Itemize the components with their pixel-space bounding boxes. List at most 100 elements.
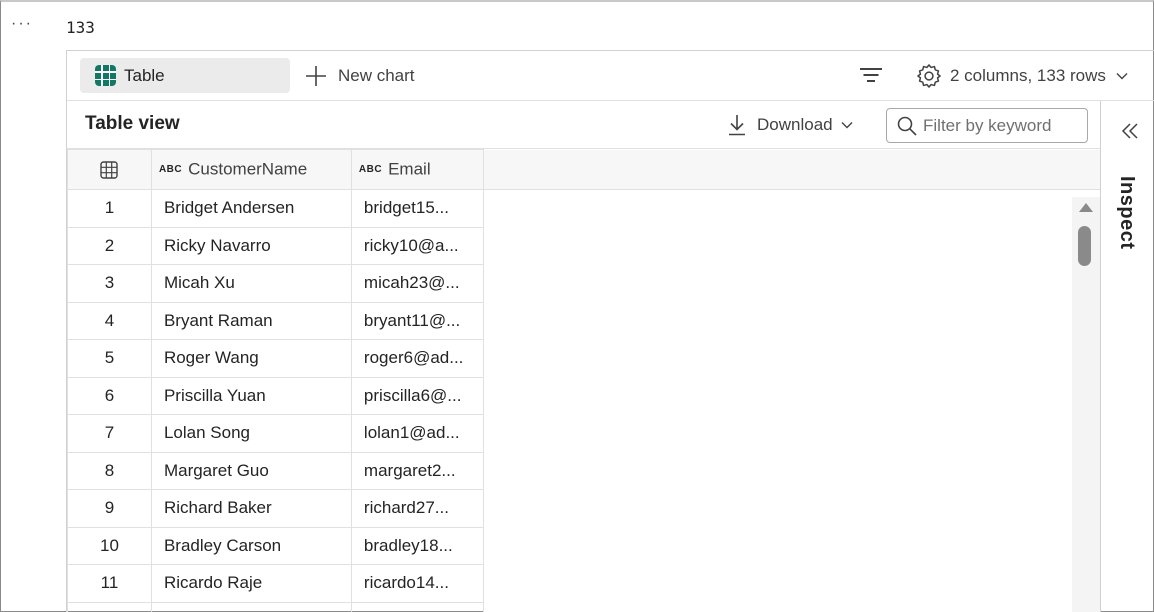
cell-customername[interactable]: Bryant Raman — [150, 301, 352, 340]
row-filler — [483, 264, 1100, 302]
cell-email[interactable]: bryant11@... — [350, 301, 484, 340]
row-filler — [483, 189, 1100, 227]
filter-lines-icon[interactable] — [860, 66, 882, 84]
table-row[interactable]: 10 Bradley Carson bradley18... — [67, 526, 1100, 565]
scroll-up-arrow-icon[interactable] — [1079, 203, 1093, 212]
row-filler — [483, 527, 1100, 565]
cell-email[interactable]: ricardo14... — [350, 564, 484, 603]
cell-customername[interactable]: Bradley Carson — [150, 526, 352, 565]
preview-toolbar: Table New chart 2 columns, 133 rows — [67, 51, 1154, 101]
row-index: 11 — [67, 564, 152, 603]
table-row[interactable]: 8 Margaret Guo margaret2... — [67, 451, 1100, 490]
download-icon — [729, 115, 745, 136]
column-header-label: CustomerName — [188, 159, 308, 179]
string-type-badge: ABC — [158, 164, 183, 176]
string-type-badge: ABC — [358, 164, 383, 176]
row-index: 2 — [67, 226, 152, 265]
row-filler — [483, 339, 1100, 377]
cell-customername[interactable]: Ricky Navarro — [150, 226, 352, 265]
cell-customername[interactable]: Roger Wang — [150, 339, 352, 378]
table-view-header: Table view Download — [67, 101, 1100, 149]
row-index: 3 — [67, 264, 152, 303]
download-label: Download — [757, 115, 833, 134]
row-index: 10 — [67, 526, 152, 565]
cell-email[interactable]: margaret2... — [350, 451, 484, 490]
table-row[interactable]: 4 Bryant Raman bryant11@... — [67, 301, 1100, 340]
column-header-label: Email — [388, 159, 431, 179]
table-row[interactable]: 3 Micah Xu micah23@... — [67, 264, 1100, 303]
scrollbar-thumb[interactable] — [1078, 226, 1091, 266]
row-filler — [483, 602, 1100, 612]
plus-icon — [306, 66, 326, 86]
row-index: 9 — [67, 489, 152, 528]
table-icon — [100, 160, 119, 179]
table-row[interactable] — [67, 601, 1100, 612]
filter-by-keyword-field[interactable] — [886, 108, 1088, 143]
search-icon — [897, 116, 917, 136]
row-filler — [483, 302, 1100, 340]
cell-email[interactable] — [350, 601, 484, 612]
table-settings-button[interactable]: 2 columns, 133 rows — [916, 62, 1128, 90]
new-chart-button[interactable]: New chart — [304, 63, 415, 89]
table-header-row: ABC CustomerName ABC Email — [67, 149, 1100, 190]
row-index: 6 — [67, 376, 152, 415]
table-row[interactable]: 7 Lolan Song lolan1@ad... — [67, 414, 1100, 453]
cell-customername[interactable] — [150, 601, 352, 612]
header-filler — [483, 149, 1100, 190]
cell-email[interactable]: richard27... — [350, 489, 484, 528]
row-index: 4 — [67, 301, 152, 340]
chevron-down-icon — [841, 122, 853, 129]
cell-customername[interactable]: Priscilla Yuan — [150, 376, 352, 415]
new-chart-label: New chart — [338, 66, 415, 85]
chevron-down-icon — [1116, 73, 1128, 80]
cell-customername[interactable]: Ricardo Raje — [150, 564, 352, 603]
data-table: ABC CustomerName ABC Email 1 Bridget Ander… — [67, 149, 1100, 612]
tab-table[interactable]: Table — [80, 58, 290, 93]
inspect-toggle-label[interactable]: Inspect — [1115, 176, 1138, 250]
cell-customername[interactable]: Micah Xu — [150, 264, 352, 303]
table-row[interactable]: 6 Priscilla Yuan priscilla6@... — [67, 376, 1100, 415]
row-filler — [483, 452, 1100, 490]
row-filler — [483, 564, 1100, 602]
table-row[interactable]: 11 Ricardo Raje ricardo14... — [67, 564, 1100, 603]
row-index — [67, 601, 152, 612]
cell-email[interactable]: bridget15... — [350, 189, 484, 228]
row-filler — [483, 377, 1100, 415]
gear-icon — [917, 64, 941, 88]
table-row[interactable]: 2 Ricky Navarro ricky10@a... — [67, 226, 1100, 265]
table-row[interactable]: 9 Richard Baker richard27... — [67, 489, 1100, 528]
row-filler — [483, 414, 1100, 452]
index-column-header[interactable] — [67, 149, 152, 190]
table-settings-label: 2 columns, 133 rows — [950, 66, 1106, 85]
data-preview-panel: Table New chart 2 columns, 133 rows Tabl… — [66, 50, 1154, 612]
cell-email[interactable]: micah23@... — [350, 264, 484, 303]
column-header-email[interactable]: ABC Email — [350, 149, 484, 190]
cell-customername[interactable]: Margaret Guo — [150, 451, 352, 490]
download-button[interactable]: Download — [727, 111, 853, 139]
row-index: 1 — [67, 189, 152, 228]
cell-customername[interactable]: Lolan Song — [150, 414, 352, 453]
cell-email[interactable]: lolan1@ad... — [350, 414, 484, 453]
double-chevron-left-icon[interactable] — [1121, 122, 1139, 140]
filter-by-keyword-input[interactable] — [923, 115, 1083, 136]
cell-customername[interactable]: Bridget Andersen — [150, 189, 352, 228]
row-index: 8 — [67, 451, 152, 490]
row-index: 7 — [67, 414, 152, 453]
vertical-scrollbar[interactable] — [1072, 197, 1100, 612]
cell-output-value: 133 — [66, 18, 95, 37]
cell-email[interactable]: bradley18... — [350, 526, 484, 565]
column-header-customername[interactable]: ABC CustomerName — [150, 149, 352, 190]
table-row[interactable]: 5 Roger Wang roger6@ad... — [67, 339, 1100, 378]
notebook-cell-frame: ··· 133 Table New chart 2 columns, 133 r… — [0, 0, 1154, 612]
row-filler — [483, 227, 1100, 265]
cell-email[interactable]: priscilla6@... — [350, 376, 484, 415]
row-index: 5 — [67, 339, 152, 378]
cell-email[interactable]: ricky10@a... — [350, 226, 484, 265]
cell-email[interactable]: roger6@ad... — [350, 339, 484, 378]
tab-table-label: Table — [124, 65, 165, 85]
table-grid-icon — [95, 65, 116, 86]
cell-customername[interactable]: Richard Baker — [150, 489, 352, 528]
table-row[interactable]: 1 Bridget Andersen bridget15... — [67, 189, 1100, 228]
data-table-container: ABC CustomerName ABC Email 1 Bridget Ander… — [67, 149, 1100, 612]
cell-more-options-button[interactable]: ··· — [11, 16, 33, 32]
